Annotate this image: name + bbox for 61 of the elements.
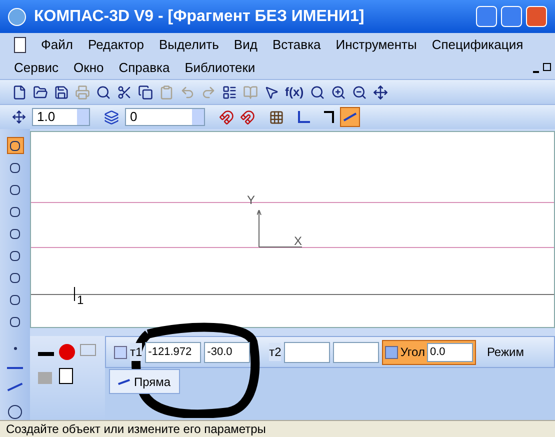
cursor-mark	[74, 287, 75, 301]
point-icon[interactable]	[14, 347, 16, 350]
x-field[interactable]	[284, 342, 330, 362]
angle-field[interactable]: 0.0	[426, 342, 473, 362]
magnifier-icon[interactable]	[96, 84, 111, 100]
menu-item[interactable]: Сервис	[14, 58, 59, 78]
menu-item[interactable]: Выделить	[158, 34, 219, 54]
menu-item[interactable]: Вид	[234, 34, 258, 54]
layers-icon[interactable]	[104, 110, 119, 124]
menu-item[interactable]: Спецификация	[432, 34, 524, 54]
axes-icon[interactable]	[298, 111, 310, 123]
y-field[interactable]: -30.0	[204, 342, 250, 362]
maximize-button[interactable]	[501, 6, 522, 27]
menu-item[interactable]: Редактор	[88, 34, 144, 54]
restore-icon[interactable]	[543, 62, 551, 70]
zoom-in-icon[interactable]	[330, 84, 346, 100]
angle-label: Угол	[400, 344, 425, 361]
x-field[interactable]: -121.972	[145, 342, 202, 362]
move-icon[interactable]	[372, 84, 388, 100]
search-icon[interactable]	[310, 84, 325, 100]
minimize-button[interactable]	[476, 6, 497, 27]
checkbox[interactable]	[114, 346, 127, 358]
stop-icon[interactable]	[59, 344, 75, 360]
angle-checkbox[interactable]	[385, 346, 398, 358]
point-label: т1	[130, 343, 142, 361]
step-icon[interactable]	[324, 111, 334, 123]
scissors-icon[interactable]	[117, 84, 132, 100]
menu-item[interactable]: Справка	[118, 58, 170, 78]
pointer-help-icon[interactable]	[264, 84, 279, 100]
panel-icon[interactable]	[222, 84, 237, 100]
menu-item[interactable]: Инструменты	[336, 34, 417, 54]
fx-button[interactable]: f(x)	[285, 83, 304, 101]
close-button[interactable]	[526, 6, 547, 27]
y-field[interactable]	[333, 342, 380, 362]
menu-item[interactable]: Окно	[74, 58, 104, 78]
axes-drawing	[257, 210, 302, 248]
point-label: 1	[77, 294, 84, 306]
status-bar: Создайте объект или измените его параметры	[0, 420, 555, 437]
magnet-icon[interactable]	[240, 110, 255, 124]
diagonal-icon	[343, 112, 357, 122]
window-title: КОМПАС-3D V9 - [Фрагмент БЕЗ ИМЕНИ1]	[34, 6, 364, 26]
style-combo[interactable]: 1.0	[32, 108, 90, 126]
mode-label: Режим	[486, 344, 524, 361]
zoom-out-icon[interactable]	[352, 84, 367, 100]
page-icon[interactable]	[12, 84, 27, 100]
menu-item[interactable]: Вставка	[272, 34, 321, 54]
document-icon[interactable]	[14, 36, 26, 52]
menu-item[interactable]: Библиотеки	[184, 58, 256, 78]
layer-combo[interactable]: 0	[125, 108, 205, 126]
minimize-icon[interactable]	[533, 70, 539, 72]
magnet-icon[interactable]	[219, 110, 234, 124]
ortho-button[interactable]	[340, 107, 360, 127]
x-axis-label: X	[294, 235, 302, 247]
snap-step-icon[interactable]	[12, 110, 26, 124]
copy-icon[interactable]	[138, 84, 153, 100]
tab[interactable]: Пряма	[109, 369, 180, 394]
menu-item[interactable]: Файл	[41, 34, 73, 54]
folder-icon[interactable]	[33, 84, 48, 100]
floppy-icon[interactable]	[54, 84, 69, 100]
point-label: т2	[269, 343, 282, 361]
app-logo-icon	[8, 8, 26, 26]
